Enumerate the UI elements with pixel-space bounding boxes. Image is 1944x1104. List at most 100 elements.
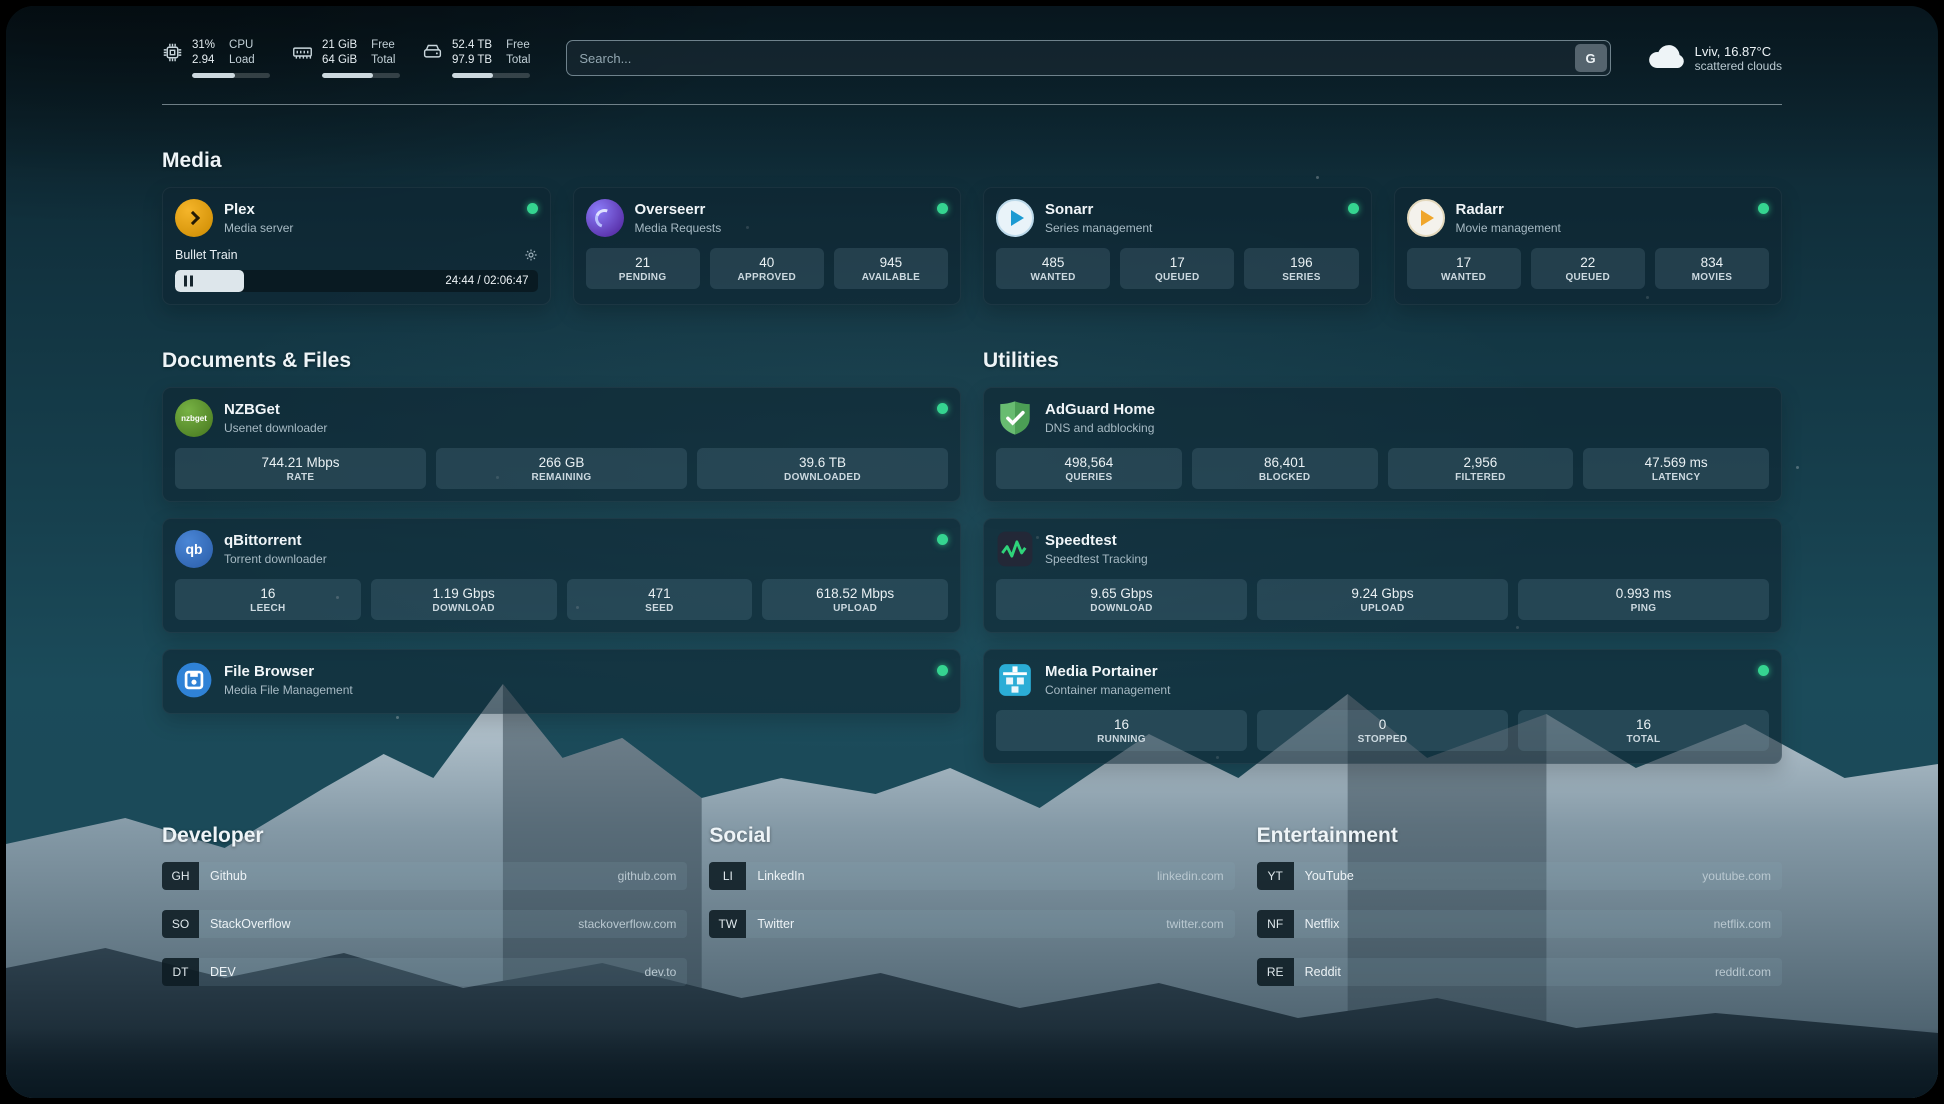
now-playing-title: Bullet Train xyxy=(175,248,238,262)
memory-total-label: Total xyxy=(371,53,395,68)
weather-location: Lviv, 16.87°C xyxy=(1695,44,1782,59)
disk-progress-fill xyxy=(452,73,493,78)
service-name: Radarr xyxy=(1456,201,1561,219)
search-input[interactable] xyxy=(579,51,1574,66)
cpu-progress-fill xyxy=(192,73,235,78)
service-card-plex[interactable]: Plex Media server Bullet Train xyxy=(162,187,551,305)
stat-tile: 1.19 Gbps DOWNLOAD xyxy=(371,579,557,620)
bookmark-stackoverflow[interactable]: SO StackOverflow stackoverflow.com xyxy=(162,910,687,938)
bookmark-group-entertainment: Entertainment YT YouTube youtube.com NF … xyxy=(1257,780,1782,1006)
service-card-filebrowser[interactable]: File Browser Media File Management xyxy=(162,649,961,714)
bookmark-domain: netflix.com xyxy=(1714,917,1782,931)
gear-icon[interactable] xyxy=(524,248,538,262)
bookmark-domain: twitter.com xyxy=(1166,917,1234,931)
bookmark-domain: github.com xyxy=(618,869,688,883)
bookmark-abbr: NF xyxy=(1257,910,1294,938)
radarr-icon xyxy=(1407,199,1445,237)
playback-progress-bar[interactable]: 24:44 / 02:06:47 xyxy=(175,270,538,292)
nzbget-icon: nzbget xyxy=(175,399,213,437)
bookmark-abbr: TW xyxy=(709,910,746,938)
weather-widget[interactable]: Lviv, 16.87°C scattered clouds xyxy=(1647,42,1782,74)
bookmark-github[interactable]: GH Github github.com xyxy=(162,862,687,890)
plex-icon xyxy=(175,199,213,237)
disk-widget: 52.4 TB 97.9 TB Free Total xyxy=(422,38,530,78)
bookmark-abbr: LI xyxy=(709,862,746,890)
adguard-icon xyxy=(996,399,1034,437)
bookmark-abbr: RE xyxy=(1257,958,1294,986)
disk-free-value: 52.4 TB xyxy=(452,38,492,53)
bookmark-youtube[interactable]: YT YouTube youtube.com xyxy=(1257,862,1782,890)
memory-widget: 21 GiB 64 GiB Free Total xyxy=(292,38,400,78)
bookmark-name: YouTube xyxy=(1294,869,1354,883)
service-card-sonarr[interactable]: Sonarr Series management 485 WANTED 17 Q… xyxy=(983,187,1372,305)
stat-tile: 485 WANTED xyxy=(996,248,1110,289)
service-description: Media File Management xyxy=(224,683,353,697)
utilities-column: Utilities xyxy=(983,305,1782,780)
disk-total-label: Total xyxy=(506,53,530,68)
bookmark-group-social: Social LI LinkedIn linkedin.com TW Twitt… xyxy=(709,780,1234,958)
bookmark-domain: youtube.com xyxy=(1702,869,1782,883)
speedtest-icon xyxy=(996,530,1034,568)
stat-tile: 16 TOTAL xyxy=(1518,710,1769,751)
stat-tile: 86,401 BLOCKED xyxy=(1192,448,1378,489)
service-card-overseerr[interactable]: Overseerr Media Requests 21 PENDING 40 A… xyxy=(573,187,962,305)
bookmark-twitter[interactable]: TW Twitter twitter.com xyxy=(709,910,1234,938)
bookmark-name: StackOverflow xyxy=(199,917,291,931)
service-description: Speedtest Tracking xyxy=(1045,552,1148,566)
pause-icon[interactable] xyxy=(184,276,193,287)
service-description: Usenet downloader xyxy=(224,421,327,435)
service-name: AdGuard Home xyxy=(1045,401,1155,419)
media-cards-row: Plex Media server Bullet Train xyxy=(162,187,1782,305)
cpu-load-label: Load xyxy=(229,53,255,68)
stat-tile: 471 SEED xyxy=(567,579,753,620)
status-dot xyxy=(937,665,948,676)
search-provider-button[interactable]: G xyxy=(1575,44,1607,72)
service-card-adguard[interactable]: AdGuard Home DNS and adblocking 498,564 … xyxy=(983,387,1782,502)
memory-progress-fill xyxy=(322,73,373,78)
stat-tile: 618.52 Mbps UPLOAD xyxy=(762,579,948,620)
status-dot xyxy=(937,403,948,414)
bookmark-dev[interactable]: DT DEV dev.to xyxy=(162,958,687,986)
stat-tile: 498,564 QUERIES xyxy=(996,448,1182,489)
stat-tile: 40 APPROVED xyxy=(710,248,824,289)
stat-tile: 22 QUEUED xyxy=(1531,248,1645,289)
section-title-social: Social xyxy=(709,824,1234,848)
bookmark-netflix[interactable]: NF Netflix netflix.com xyxy=(1257,910,1782,938)
bookmark-name: Reddit xyxy=(1294,965,1341,979)
stat-tile: 16 LEECH xyxy=(175,579,361,620)
status-dot xyxy=(1348,203,1359,214)
service-name: Media Portainer xyxy=(1045,663,1170,681)
stat-tile: 9.24 Gbps UPLOAD xyxy=(1257,579,1508,620)
cpu-icon xyxy=(162,42,183,63)
service-card-radarr[interactable]: Radarr Movie management 17 WANTED 22 QUE… xyxy=(1394,187,1783,305)
service-name: Plex xyxy=(224,201,293,219)
status-dot xyxy=(937,203,948,214)
cloud-icon xyxy=(1647,42,1685,74)
service-card-speedtest[interactable]: Speedtest Speedtest Tracking 9.65 Gbps D… xyxy=(983,518,1782,633)
cpu-usage-value: 31% xyxy=(192,38,215,53)
stat-tile: 21 PENDING xyxy=(586,248,700,289)
documents-column: Documents & Files nzbget NZBGet Usenet d… xyxy=(162,305,961,730)
stat-tile: 47.569 ms LATENCY xyxy=(1583,448,1769,489)
bookmark-domain: stackoverflow.com xyxy=(578,917,687,931)
section-title-documents: Documents & Files xyxy=(162,349,961,373)
status-dot xyxy=(1758,665,1769,676)
service-card-qbittorrent[interactable]: qb qBittorrent Torrent downloader 16 LEE… xyxy=(162,518,961,633)
stat-tile: 945 AVAILABLE xyxy=(834,248,948,289)
bookmark-abbr: DT xyxy=(162,958,199,986)
section-title-media: Media xyxy=(162,149,1782,173)
service-card-portainer[interactable]: Media Portainer Container management 16 … xyxy=(983,649,1782,764)
bookmark-linkedin[interactable]: LI LinkedIn linkedin.com xyxy=(709,862,1234,890)
overseerr-icon xyxy=(586,199,624,237)
service-description: Series management xyxy=(1045,221,1152,235)
cpu-label: CPU xyxy=(229,38,255,53)
dashboard-screen: 31% 2.94 CPU Load xyxy=(6,6,1938,1098)
service-card-nzbget[interactable]: nzbget NZBGet Usenet downloader 744.21 M… xyxy=(162,387,961,502)
memory-free-value: 21 GiB xyxy=(322,38,357,53)
stat-tile: 17 WANTED xyxy=(1407,248,1521,289)
stat-tile: 17 QUEUED xyxy=(1120,248,1234,289)
bookmark-reddit[interactable]: RE Reddit reddit.com xyxy=(1257,958,1782,986)
service-description: Media server xyxy=(224,221,293,235)
service-name: File Browser xyxy=(224,663,353,681)
bookmark-name: Twitter xyxy=(746,917,794,931)
